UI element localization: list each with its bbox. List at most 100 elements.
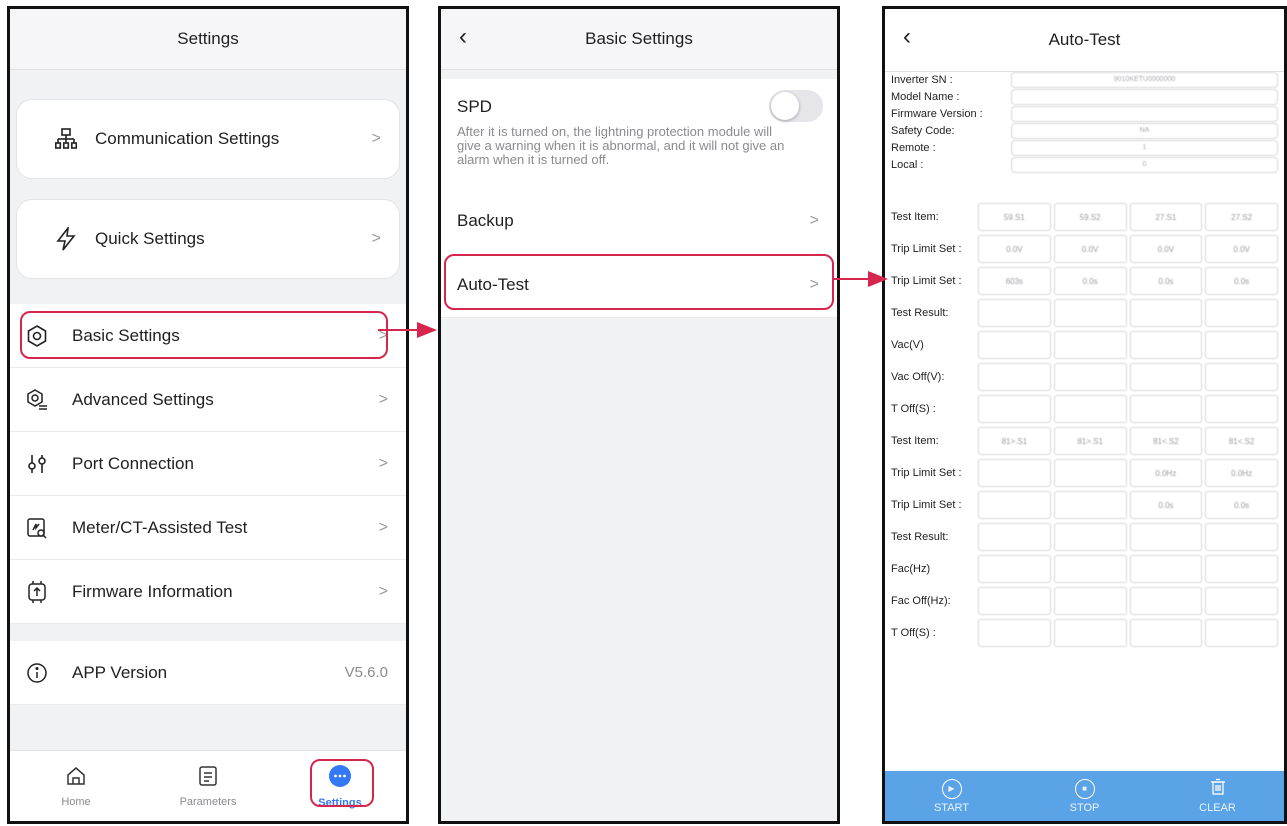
backup-label: Backup: [457, 211, 514, 230]
test-table-cell: [978, 491, 1051, 519]
auto-test-screen: ‹ Auto-Test Inverter SN : 9010KETU0000000…: [882, 6, 1287, 824]
test-table-cell: 27.S1: [1129, 203, 1203, 231]
test-table-cell: [1129, 523, 1203, 551]
tab-home-label: Home: [61, 795, 91, 808]
settings-screen: Settings Communication Settings > Quick …: [7, 6, 409, 824]
quick-settings-card[interactable]: Quick Settings >: [16, 199, 400, 279]
spd-toggle[interactable]: [769, 90, 823, 122]
stop-button[interactable]: ■ STOP: [1018, 771, 1151, 821]
test-table-cell: [1129, 555, 1203, 583]
test-table-cell: [1053, 523, 1127, 551]
flow-arrow-head: [868, 271, 888, 287]
tab-parameters[interactable]: Parameters: [142, 751, 274, 821]
test-row-label: Trip Limit Set :: [891, 499, 962, 511]
test-table-cell: [1205, 299, 1278, 327]
basic-settings-screen: ‹ Basic Settings SPD After it is turned …: [438, 6, 840, 824]
test-row-label: Trip Limit Set :: [891, 467, 962, 479]
chevron-right-icon: >: [378, 390, 388, 408]
port-connection-item[interactable]: Port Connection >: [10, 432, 406, 496]
test-table-cell: [1129, 299, 1203, 327]
page-title: Basic Settings: [585, 29, 693, 48]
test-table-cell: [978, 299, 1051, 327]
test-table-row: Vac Off(V):: [891, 361, 1278, 393]
backup-row[interactable]: Backup >: [441, 189, 837, 254]
flow-arrow-line: [378, 329, 420, 331]
play-icon: ▶: [941, 778, 962, 799]
meter-search-icon: [24, 515, 50, 541]
start-button[interactable]: ▶ START: [885, 771, 1018, 821]
test-table-row: Fac Off(Hz):: [891, 585, 1278, 617]
info-row: Local : 0: [891, 156, 1278, 173]
test-table-cell: [1053, 395, 1127, 423]
page-title: Auto-Test: [1048, 30, 1121, 49]
spd-title: SPD: [457, 97, 492, 116]
settings-tab-highlight: [310, 759, 374, 807]
toggle-knob: [771, 92, 799, 120]
basic-settings-highlight: [20, 311, 388, 359]
tab-home[interactable]: Home: [10, 751, 142, 821]
test-table-cell: 603s: [978, 267, 1051, 295]
test-table-cell: [978, 587, 1051, 615]
test-row-label: Test Item:: [891, 435, 939, 447]
test-table-cell: [1129, 619, 1203, 647]
test-table-row: Test Item: 81>.S1 81>.S1 81<.S2 81<.S2: [891, 425, 1278, 457]
device-info: Inverter SN : 9010KETU0000000 Model Name …: [891, 71, 1278, 173]
test-table-cell: [978, 619, 1051, 647]
basic-settings-header: ‹ Basic Settings: [441, 9, 837, 70]
test-table-cell: 81<.S2: [1129, 427, 1203, 455]
test-table-cell: [1205, 395, 1278, 423]
clear-label: CLEAR: [1199, 802, 1236, 814]
test-table-row: Vac(V): [891, 329, 1278, 361]
test-table-cell: [978, 331, 1051, 359]
test-table-row: Trip Limit Set : 0.0Hz 0.0Hz: [891, 457, 1278, 489]
tab-parameters-label: Parameters: [179, 795, 237, 808]
port-connection-label: Port Connection: [72, 453, 194, 473]
back-icon[interactable]: ‹: [903, 23, 911, 51]
meter-ct-test-item[interactable]: Meter/CT-Assisted Test >: [10, 496, 406, 560]
communication-settings-card[interactable]: Communication Settings >: [16, 99, 400, 179]
chevron-right-icon: >: [378, 518, 388, 536]
home-icon: [65, 765, 87, 790]
back-icon[interactable]: ‹: [459, 23, 467, 51]
safety-code-value: NA: [1011, 122, 1278, 139]
quick-settings-label: Quick Settings: [95, 229, 205, 248]
clear-button[interactable]: CLEAR: [1151, 771, 1284, 821]
info-label: Model Name :: [891, 90, 960, 103]
info-label: Remote :: [891, 141, 936, 154]
test-table-cell: [1129, 331, 1203, 359]
auto-test-header: ‹ Auto-Test: [885, 9, 1284, 72]
test-table-row: T Off(S) :: [891, 393, 1278, 425]
test-row-label: T Off(S) :: [891, 627, 936, 639]
test-table-cell: [1053, 587, 1127, 615]
test-row-label: Fac(Hz): [891, 563, 931, 575]
test-table-cell: 0.0s: [1129, 491, 1203, 519]
firmware-information-item[interactable]: Firmware Information >: [10, 560, 406, 624]
chevron-right-icon: >: [371, 130, 381, 147]
info-row: Remote : 1: [891, 139, 1278, 156]
info-row: Model Name :: [891, 88, 1278, 105]
test-table-row: Test Result:: [891, 521, 1278, 553]
firmware-information-label: Firmware Information: [72, 581, 233, 601]
firmware-version-value: [1011, 105, 1278, 122]
spd-description: After it is turned on, the lightning pro…: [457, 124, 785, 167]
chevron-right-icon: >: [378, 454, 388, 472]
spd-section: SPD After it is turned on, the lightning…: [441, 79, 837, 190]
info-icon: [24, 660, 50, 686]
test-table-cell: [1205, 523, 1278, 551]
test-table-cell: 0.0s: [1205, 491, 1278, 519]
test-table-row: Test Result:: [891, 297, 1278, 329]
test-table-cell: 0.0V: [1205, 235, 1278, 263]
advanced-settings-label: Advanced Settings: [72, 389, 214, 409]
advanced-settings-item[interactable]: Advanced Settings >: [10, 368, 406, 432]
test-table-cell: [1205, 619, 1278, 647]
test-table-row: Trip Limit Set :603s 0.0s 0.0s 0.0s: [891, 265, 1278, 297]
info-row: Inverter SN : 9010KETU0000000: [891, 71, 1278, 88]
test-table-row: Fac(Hz): [891, 553, 1278, 585]
test-table-cell: [1053, 619, 1127, 647]
test-table-cell: [1053, 299, 1127, 327]
test-table-cell: 59.S2: [1053, 203, 1127, 231]
inverter-sn-value: 9010KETU0000000: [1011, 71, 1278, 88]
chevron-right-icon: >: [809, 212, 819, 229]
test-table-cell: [978, 523, 1051, 551]
test-table-cell: [1053, 491, 1127, 519]
